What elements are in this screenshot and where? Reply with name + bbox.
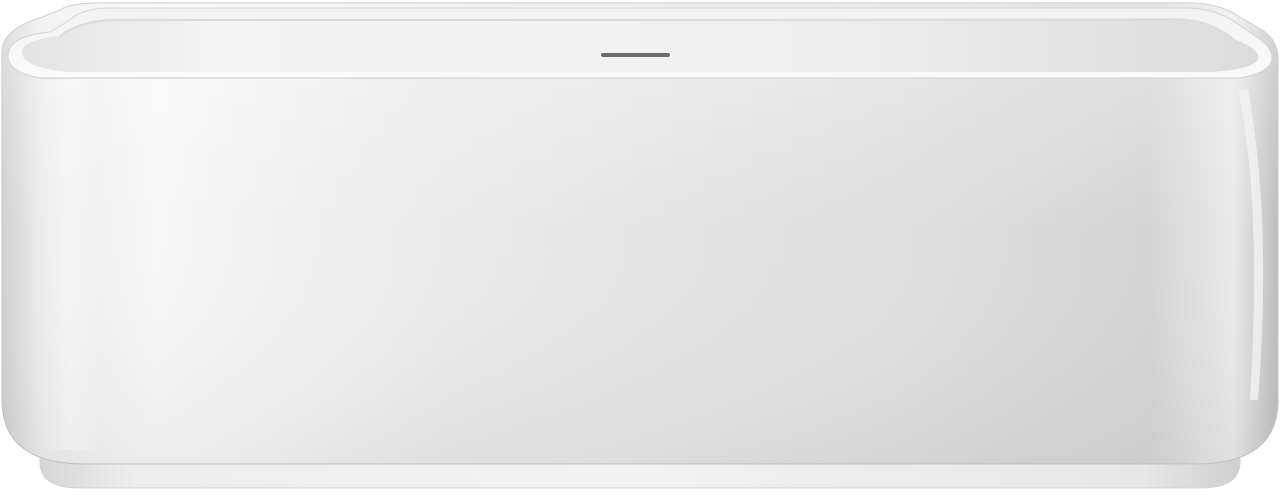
overflow-drain-slot xyxy=(601,53,670,57)
product-image xyxy=(0,0,1280,495)
bathtub-illustration xyxy=(1,2,1279,489)
tub-interior xyxy=(22,18,1259,72)
